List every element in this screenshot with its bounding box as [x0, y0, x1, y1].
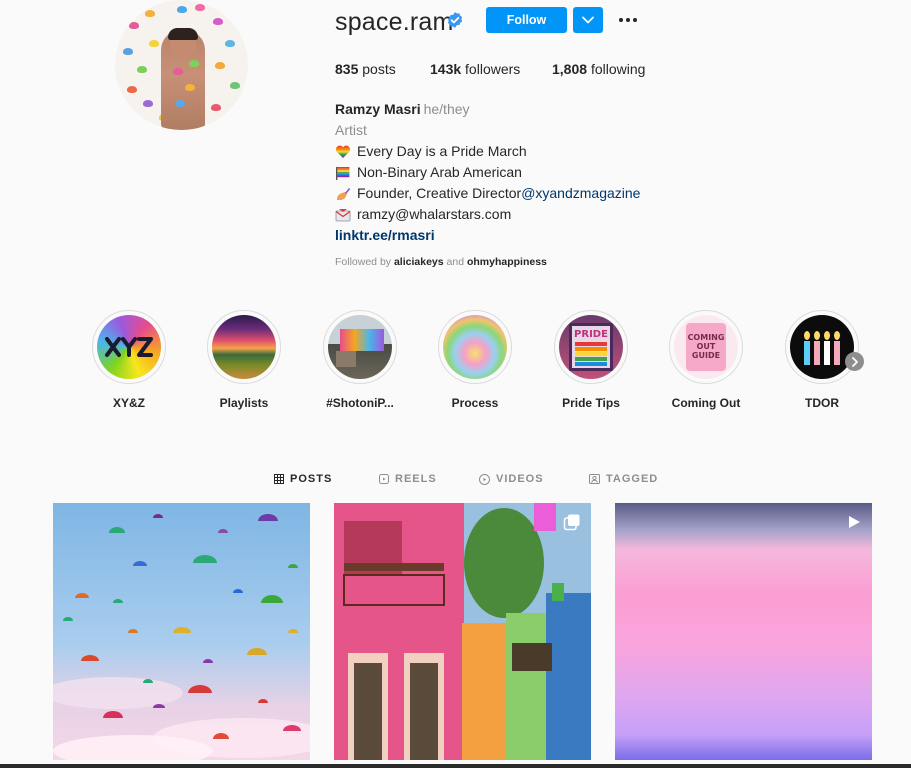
highlight-shotoniphone[interactable]: #ShotoniP... [305, 310, 415, 410]
profile-avatar[interactable] [115, 0, 248, 130]
posts-count: 835 posts [335, 61, 396, 77]
post-thumbnail-parachutes[interactable] [53, 503, 310, 760]
highlight-label: Process [451, 396, 499, 410]
highlights-next-button[interactable] [845, 352, 864, 371]
coming-out-art-line-3: GUIDE [691, 351, 721, 360]
parachutes-image [53, 503, 310, 760]
bio-website-link[interactable]: linktr.ee/rmasri [335, 225, 435, 246]
profile-full-name: Ramzy Masri [335, 101, 421, 117]
highlight-coming-out[interactable]: COMING OUT GUIDE Coming Out [651, 310, 761, 410]
street-image [334, 503, 591, 760]
highlight-label: TDOR [805, 396, 839, 410]
candles-highlight-icon [790, 315, 854, 379]
follow-button[interactable]: Follow [486, 7, 567, 33]
xyz-highlight-icon [97, 315, 161, 379]
pride-sign-highlight-icon: PRIDE [559, 315, 623, 379]
coming-out-art-line-1: COMING [687, 333, 725, 342]
post-thumbnail-street[interactable] [334, 503, 591, 760]
profile-category: Artist [335, 122, 367, 138]
more-dots-icon [619, 18, 637, 22]
tab-reels[interactable]: REELS [379, 473, 437, 485]
highlight-pride-tips[interactable]: PRIDE Pride Tips [536, 310, 646, 410]
suggested-dropdown-button[interactable] [573, 7, 603, 33]
grid-icon [274, 474, 284, 484]
story-highlights: XY&Z Playlists #ShotoniP... Process PRID… [0, 310, 911, 420]
rainbow-highlight-icon [443, 315, 507, 379]
highlight-label: Pride Tips [562, 396, 620, 410]
profile-bio: Ramzy Masri he/they Artist Every Day is … [335, 99, 640, 246]
post-thumbnail-gradient[interactable] [615, 503, 872, 760]
writing-hand-icon [337, 187, 351, 200]
followers-link[interactable]: 143k followers [430, 61, 520, 77]
bio-line-4: ramzy@whalarstars.com [335, 204, 640, 225]
more-options-button[interactable] [616, 8, 640, 32]
billboard-highlight-icon [328, 315, 392, 379]
chevron-right-icon [851, 356, 858, 367]
bio-line-3: Founder, Creative Director @xyandzmagazi… [335, 183, 640, 204]
rainbow-flag-icon [336, 166, 350, 180]
coming-out-art-line-2: OUT [696, 342, 716, 351]
tab-videos[interactable]: VIDEOS [479, 473, 544, 485]
tab-posts[interactable]: POSTS [274, 473, 332, 485]
verified-badge-icon [447, 12, 463, 28]
envelope-icon [335, 208, 351, 221]
bio-mention-link[interactable]: @xyandzmagazine [521, 183, 640, 204]
reel-play-icon [849, 516, 860, 528]
tab-tagged[interactable]: TAGGED [589, 473, 658, 485]
bottom-edge [0, 764, 911, 768]
highlight-process[interactable]: Process [420, 310, 530, 410]
coming-out-guide-highlight-icon: COMING OUT GUIDE [674, 315, 738, 379]
highlight-label: Coming Out [671, 396, 741, 410]
profile-pronouns: he/they [423, 101, 470, 117]
reels-icon [379, 474, 389, 484]
bio-line-2: Non-Binary Arab American [335, 162, 640, 183]
igtv-icon [479, 473, 490, 485]
profile-username: space.ram [335, 8, 454, 36]
bio-line-1: Every Day is a Pride March [335, 141, 640, 162]
avatar-hair [168, 28, 198, 40]
sunset-highlight-icon [212, 315, 276, 379]
highlight-xyz[interactable]: XY&Z [74, 310, 184, 410]
gradient-image [615, 503, 872, 760]
chevron-down-icon [582, 16, 594, 24]
rainbow-heart-icon [335, 145, 351, 158]
highlight-label: Playlists [219, 396, 269, 410]
tagged-icon [589, 474, 600, 484]
highlight-label: #ShotoniP... [326, 396, 394, 410]
tabs-divider [53, 455, 871, 456]
following-link[interactable]: 1,808 following [552, 61, 645, 77]
highlight-playlists[interactable]: Playlists [189, 310, 299, 410]
highlight-label: XY&Z [112, 396, 145, 410]
pride-sign-text: PRIDE [574, 329, 608, 340]
carousel-icon [563, 514, 580, 531]
followed-by[interactable]: Followed by aliciakeys and ohmyhappiness [335, 256, 547, 268]
